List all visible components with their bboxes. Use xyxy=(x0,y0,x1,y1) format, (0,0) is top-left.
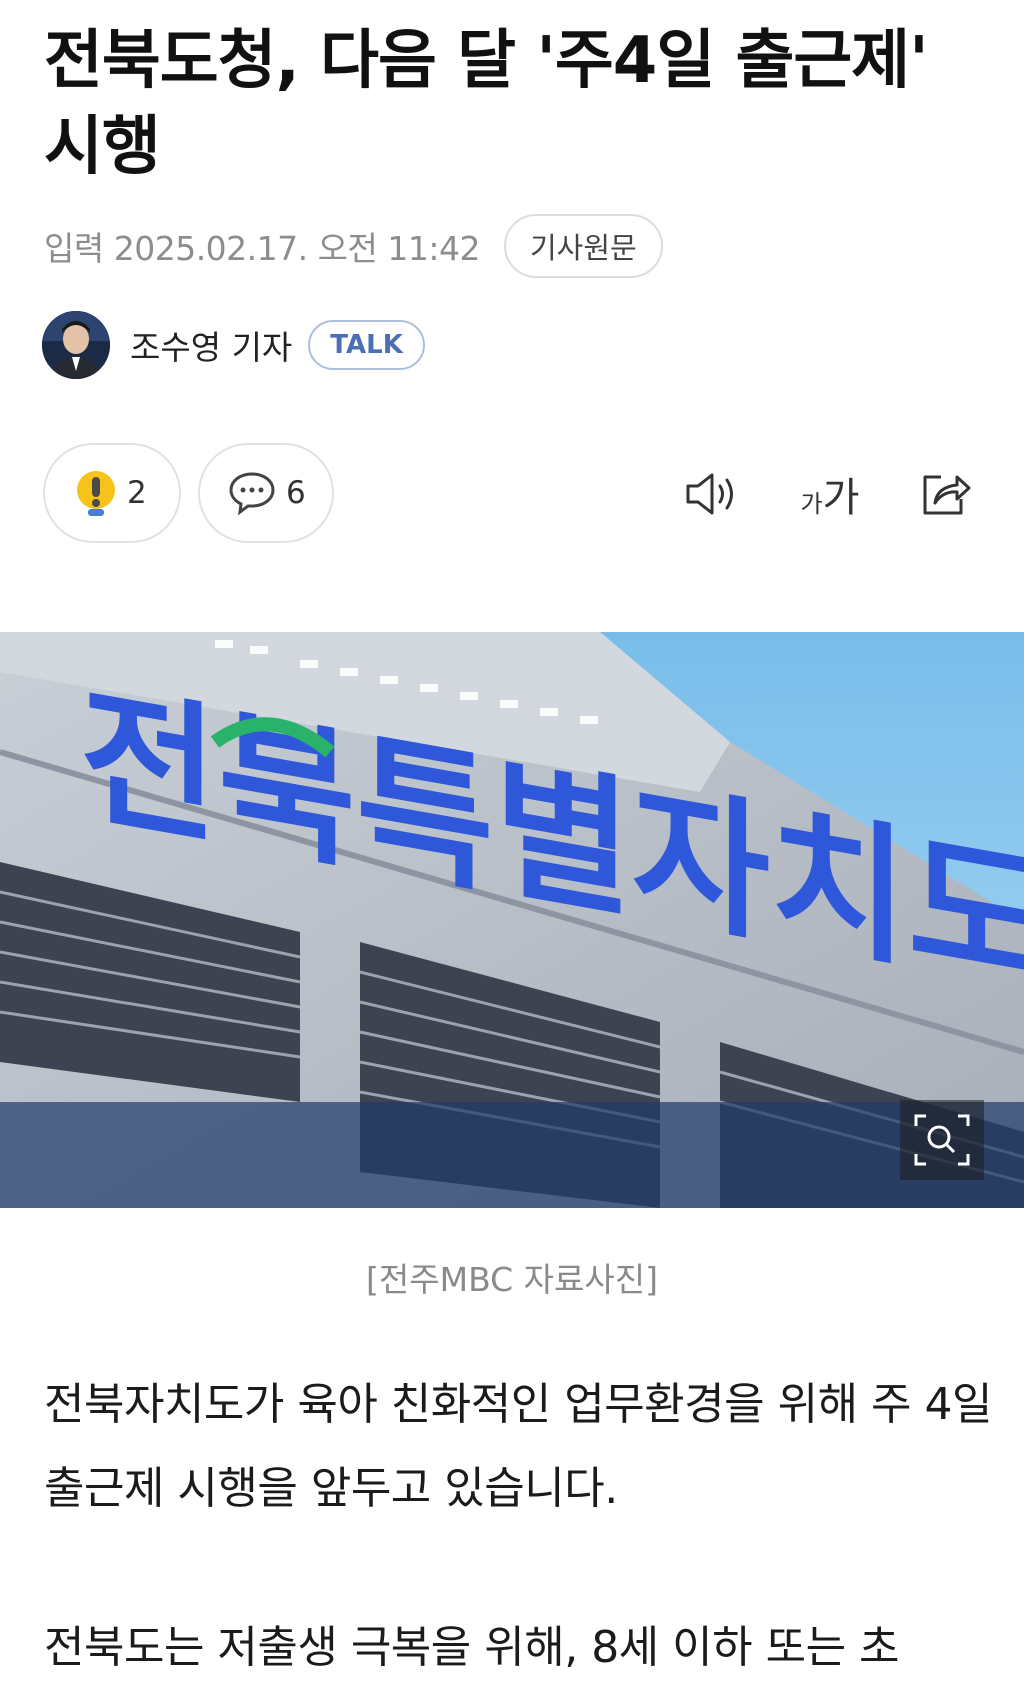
reaction-button[interactable]: 2 xyxy=(43,443,181,543)
article-meta: 입력 2025.02.17. 오전 11:42 기사원문 xyxy=(44,213,663,279)
font-size-button[interactable]: 가 가 xyxy=(790,462,870,526)
share-button[interactable] xyxy=(914,462,978,526)
comment-count: 6 xyxy=(286,475,306,511)
comment-button[interactable]: 6 xyxy=(198,443,334,543)
speaker-icon xyxy=(686,473,733,515)
author-avatar[interactable] xyxy=(42,311,110,379)
paragraph-2: 전북도는 저출생 극복을 위해, 8세 이하 또는 초 xyxy=(44,1622,900,1673)
tts-speaker-button[interactable] xyxy=(680,462,744,526)
author-name[interactable]: 조수영 기자 xyxy=(130,321,292,369)
font-size-large-label: 가 xyxy=(822,475,860,521)
author-info: 조수영 기자 TALK xyxy=(42,310,425,380)
magnifier-icon xyxy=(914,1114,970,1166)
font-size-small-label: 가 xyxy=(800,489,823,518)
original-article-button[interactable]: 기사원문 xyxy=(503,214,663,278)
comment-icon xyxy=(229,472,275,515)
building-photo: 전북특별자치도 xyxy=(0,632,1024,1208)
paragraph-1: 전북자치도가 육아 친화적인 업무환경을 위해 주 4일 출근제 시행을 앞두고… xyxy=(44,1379,993,1514)
exclamation-icon xyxy=(77,471,115,516)
publish-date: 입력 2025.02.17. 오전 11:42 xyxy=(44,229,480,268)
article-title: 전북도청, 다음 달 '주4일 출근제' 시행 xyxy=(44,24,929,184)
reaction-count: 2 xyxy=(127,475,147,511)
photo-caption: [전주MBC 자료사진] xyxy=(366,1260,658,1299)
zoom-button[interactable] xyxy=(900,1100,984,1180)
talk-button[interactable]: TALK xyxy=(308,320,425,370)
share-icon xyxy=(923,475,971,515)
article-photo[interactable]: 전북특별자치도 xyxy=(0,632,1024,1208)
